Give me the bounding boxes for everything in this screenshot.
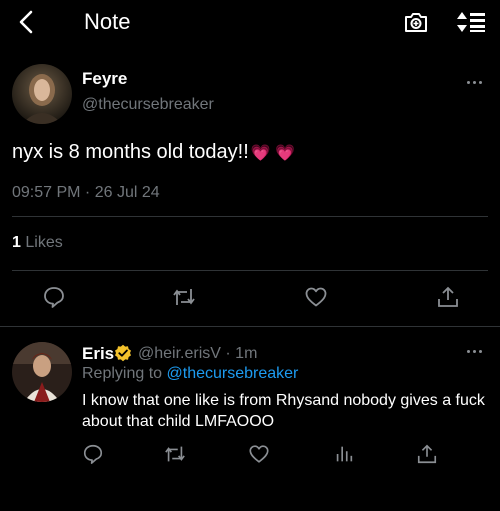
replying-handle-link[interactable]: @thecursebreaker: [167, 365, 299, 382]
divider: [12, 270, 488, 271]
avatar[interactable]: [12, 64, 72, 124]
top-bar: Note: [0, 0, 500, 46]
reply-meta: @heir.erisV · 1m: [138, 345, 257, 363]
camera-icon[interactable]: [403, 10, 429, 34]
tweet-body: nyx is 8 months old today!!: [12, 141, 249, 163]
chevron-left-icon[interactable]: [14, 8, 40, 36]
author-handle[interactable]: @thecursebreaker: [82, 96, 214, 114]
like-icon[interactable]: [248, 443, 270, 465]
more-options-icon[interactable]: [465, 80, 485, 86]
divider: [12, 216, 488, 217]
verified-badge-icon: [115, 344, 131, 362]
retweet-icon[interactable]: [164, 443, 186, 465]
replying-prefix: Replying to: [82, 365, 163, 382]
views-icon[interactable]: [333, 443, 355, 465]
avatar[interactable]: [12, 342, 72, 402]
heart-emoji: 💗 💗: [250, 145, 296, 162]
like-icon[interactable]: [304, 285, 328, 309]
share-icon[interactable]: [436, 285, 460, 309]
more-options-icon[interactable]: [465, 349, 485, 355]
reply-icon[interactable]: [42, 285, 66, 309]
divider: [0, 326, 500, 327]
sort-icon[interactable]: [457, 10, 487, 34]
reply-time: · 1m: [225, 345, 258, 362]
reply-text: I know that one like is from Rhysand nob…: [82, 392, 485, 430]
likes-count: 1: [12, 234, 21, 251]
retweet-icon[interactable]: [172, 285, 196, 309]
reply-author-handle[interactable]: @heir.erisV: [138, 345, 221, 362]
replying-to: Replying to @thecursebreaker: [82, 365, 298, 383]
reply-icon[interactable]: [82, 443, 104, 465]
author-name[interactable]: Feyre: [82, 69, 127, 89]
timestamp: 09:57 PM · 26 Jul 24: [12, 184, 160, 201]
share-icon[interactable]: [416, 443, 438, 465]
reply-author-name[interactable]: Eris: [82, 344, 114, 364]
likes-summary[interactable]: 1 Likes: [12, 234, 63, 252]
likes-label: Likes: [25, 234, 63, 251]
page-title: Note: [84, 9, 131, 34]
tweet-text: nyx is 8 months old today!! 💗 💗: [12, 141, 295, 164]
